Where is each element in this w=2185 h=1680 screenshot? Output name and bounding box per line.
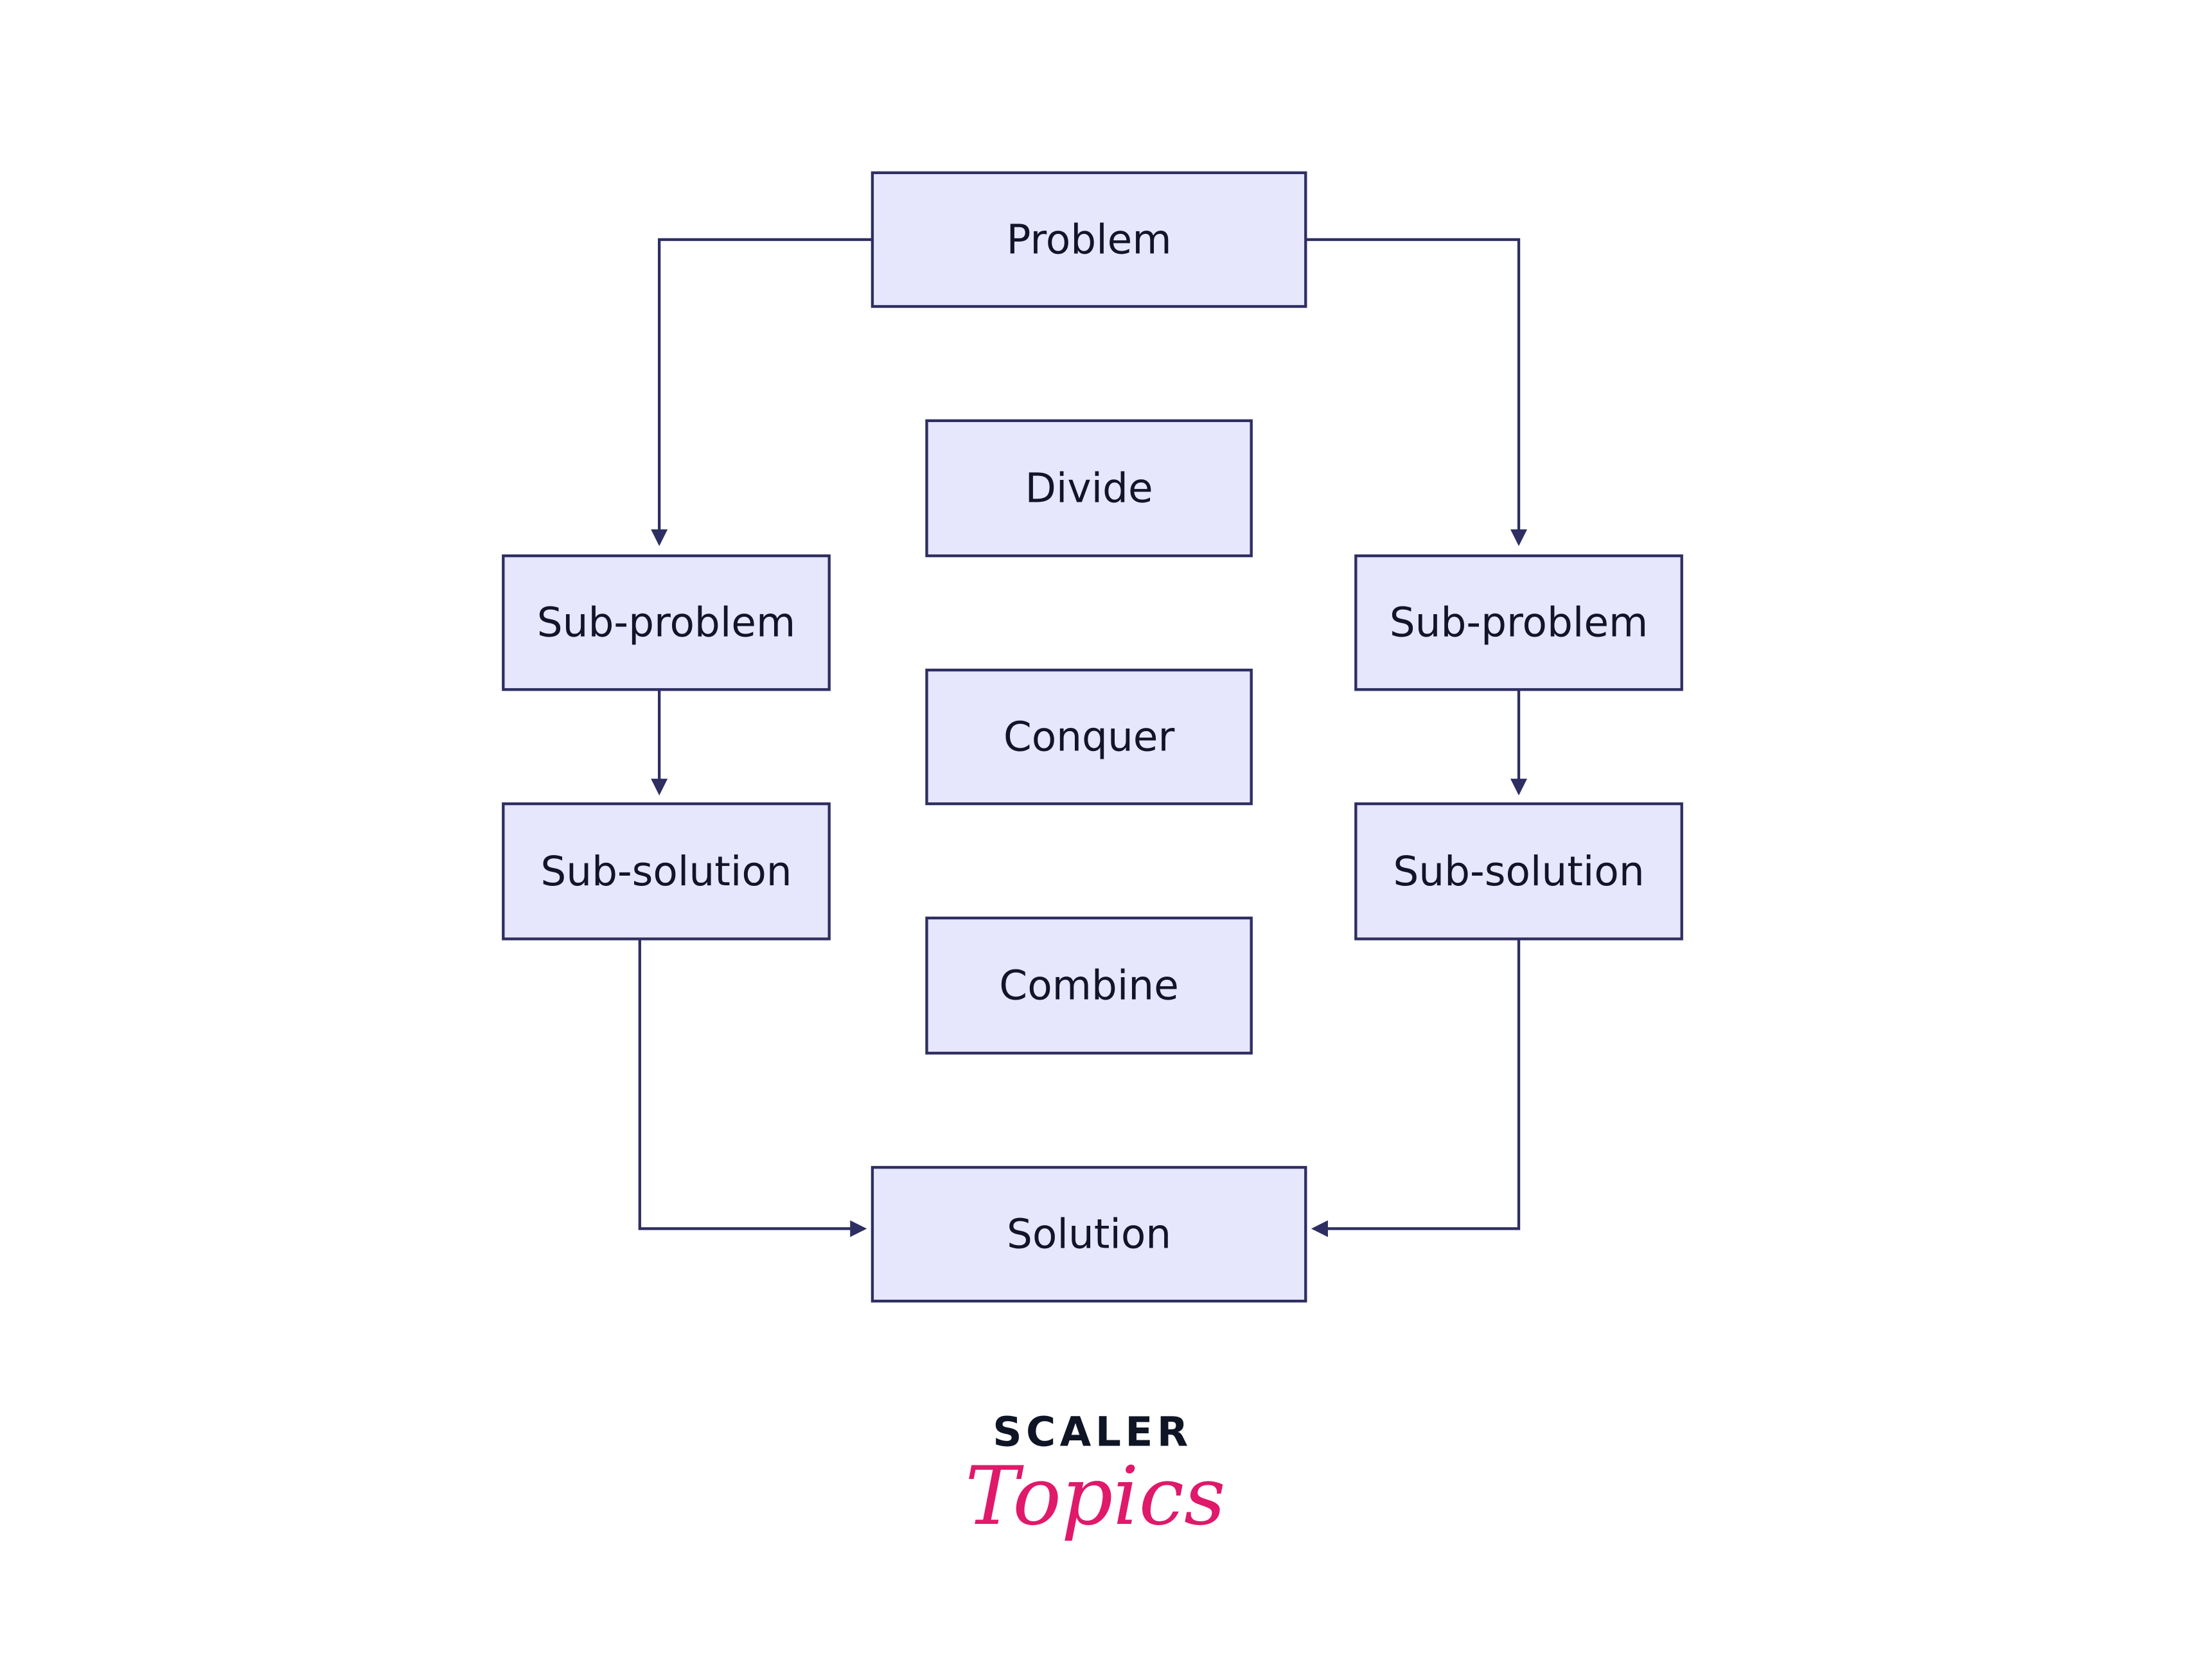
edge-subsolution-left-to-solution [638,939,867,1237]
node-subproblem-left: Sub-problem [502,554,831,691]
arrowhead-icon [651,529,668,546]
node-conquer: Conquer [925,668,1253,806]
arrowhead-icon [1510,779,1528,796]
node-subsolution-right: Sub-solution [1354,802,1683,941]
edge-subproblem-right-to-subsolution-right [1510,689,1528,796]
node-solution: Solution [871,1165,1307,1303]
arrowhead-icon [1311,1220,1328,1237]
node-label: Divide [1025,464,1153,511]
arrowhead-icon [850,1220,867,1237]
node-subproblem-right: Sub-problem [1354,554,1683,691]
node-label: Solution [1007,1211,1171,1258]
node-label: Problem [1007,216,1172,263]
scaler-topics-logo: SCALER Topics [965,1409,1225,1543]
node-label: Sub-problem [1390,599,1649,646]
edge-problem-to-subproblem-right [1305,238,1528,546]
edge-problem-to-subproblem-left [651,238,872,546]
edge-subproblem-left-to-subsolution-left [651,689,668,796]
node-combine: Combine [925,916,1253,1055]
edge-line [657,238,872,544]
nodes: Problem Divide Conquer Combine Solution Sub-p… [502,171,1683,1303]
node-label: Combine [999,962,1179,1009]
divide-and-conquer-diagram: Problem Divide Conquer Combine Solution Sub-p… [502,171,1683,1543]
arrowhead-icon [651,779,668,796]
edge-line [1305,238,1521,544]
logo-topics-text: Topics [965,1449,1225,1543]
edge-line [638,939,864,1230]
arrowhead-icon [1510,529,1528,546]
node-label: Sub-solution [1393,848,1644,895]
node-label: Sub-problem [537,599,796,646]
node-divide: Divide [925,419,1253,558]
node-problem: Problem [871,171,1307,308]
edge-line [1314,939,1521,1230]
edge-subsolution-right-to-solution [1311,939,1521,1237]
node-subsolution-left: Sub-solution [502,802,831,941]
node-label: Sub-solution [540,848,792,895]
node-label: Conquer [1004,714,1175,761]
